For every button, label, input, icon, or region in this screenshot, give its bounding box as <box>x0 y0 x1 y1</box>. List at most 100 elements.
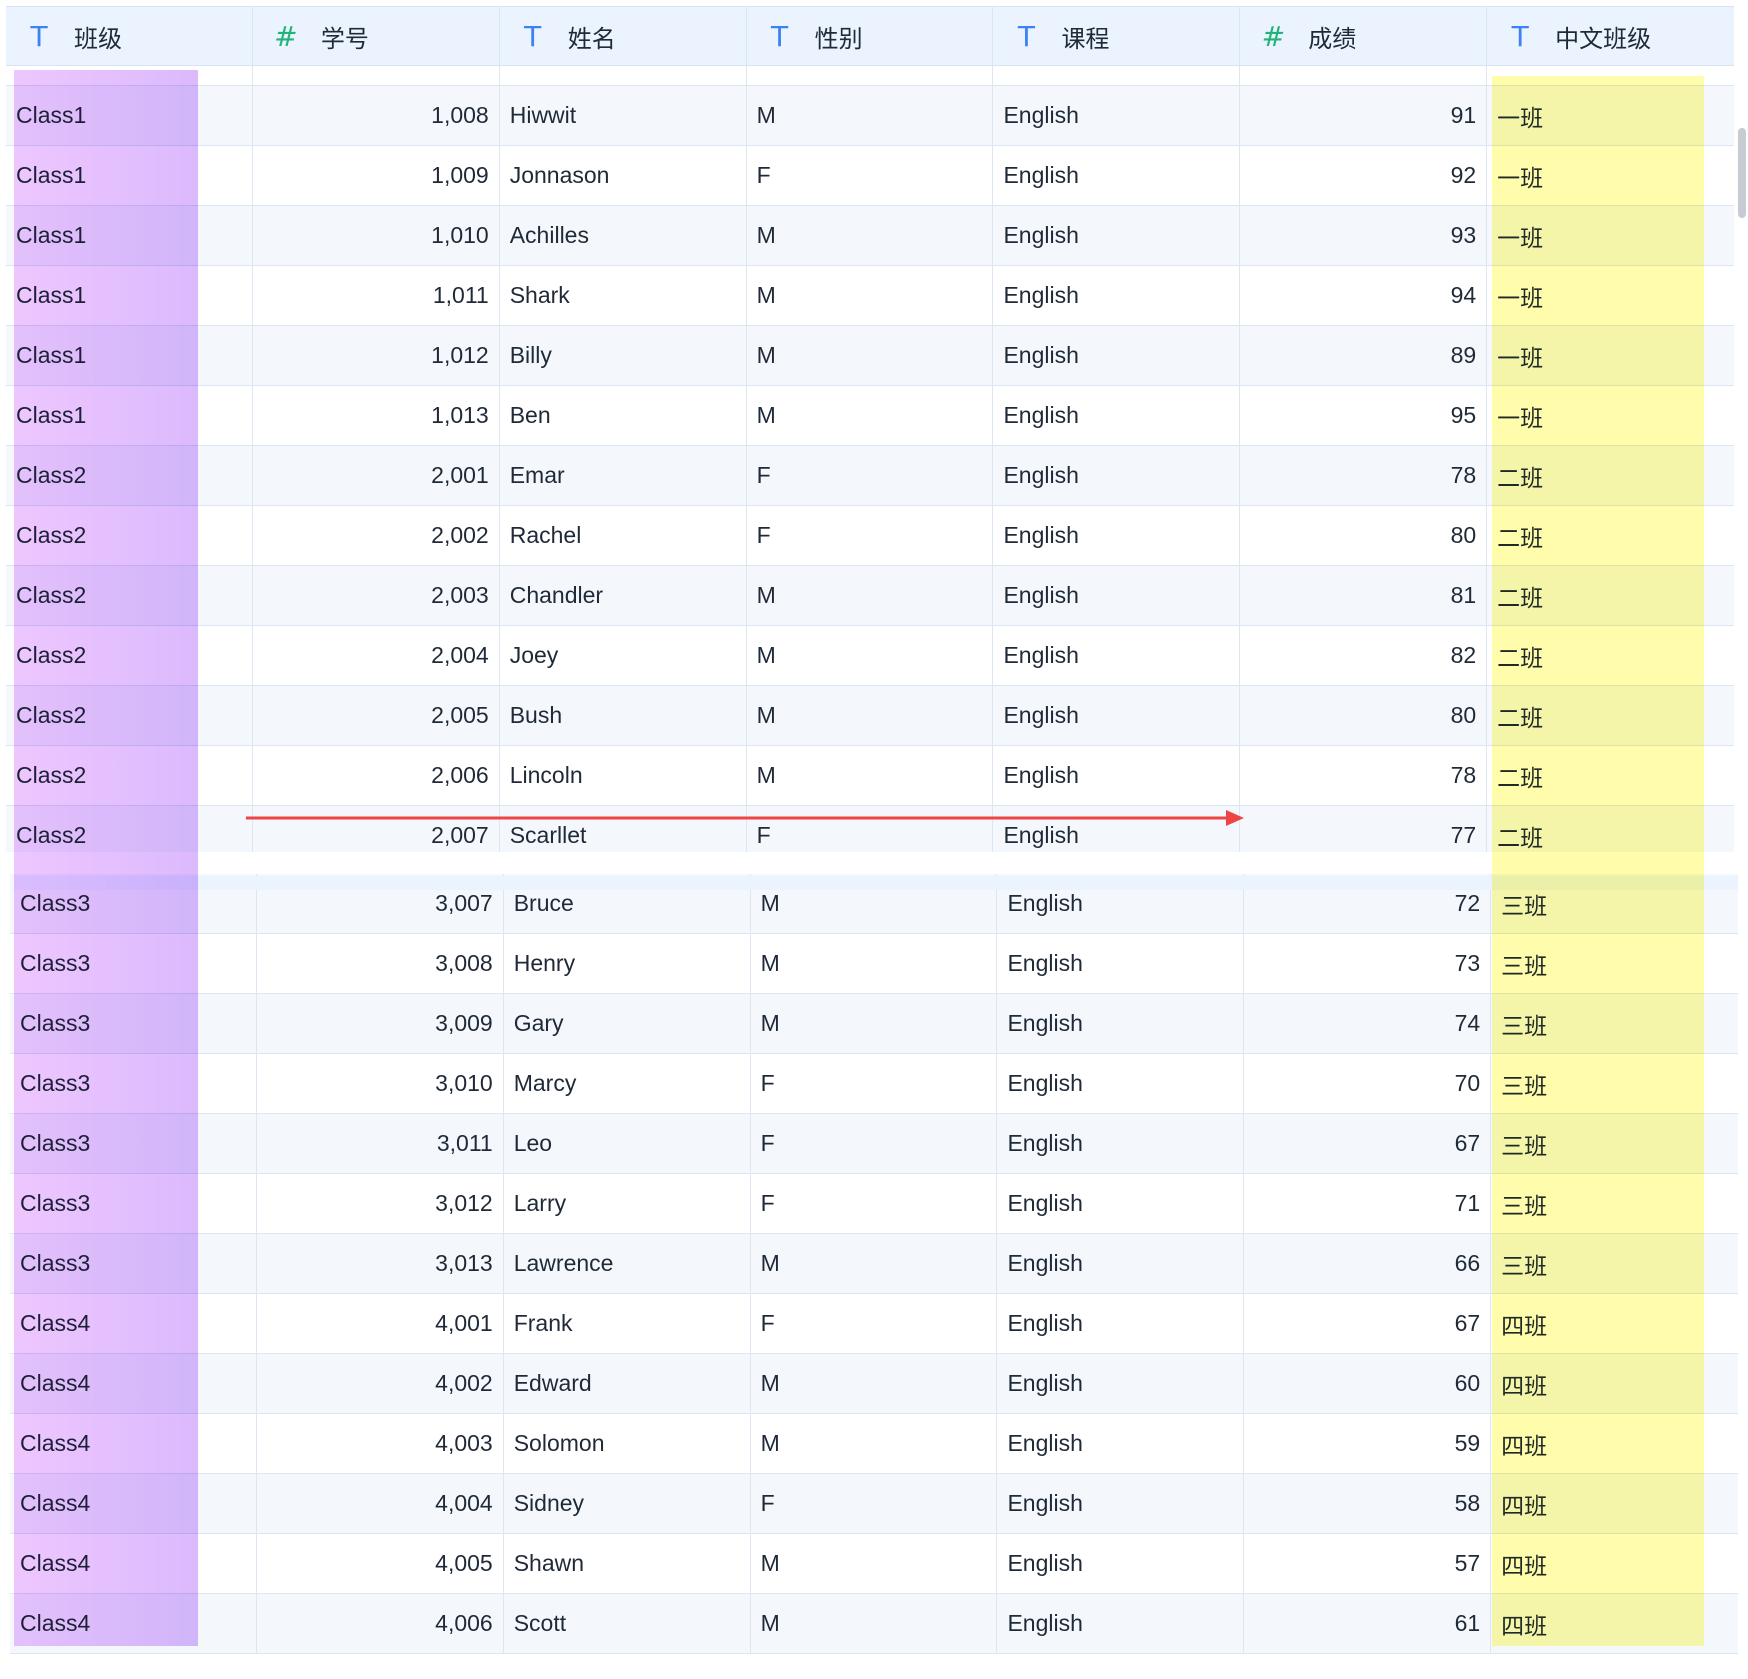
table-cell[interactable]: 3,010 <box>257 1054 504 1113</box>
column-header-0[interactable]: T 班级 <box>6 7 253 65</box>
table-cell[interactable]: English <box>993 686 1241 745</box>
table-cell[interactable]: 66 <box>1244 1234 1492 1293</box>
table-cell[interactable]: M <box>747 386 994 445</box>
table-cell[interactable]: 1,012 <box>253 326 500 385</box>
table-row[interactable]: Class2 2,006 Lincoln M English 78 二班 <box>6 746 1734 806</box>
table-cell[interactable]: M <box>747 206 994 265</box>
table-cell[interactable]: F <box>751 1474 998 1533</box>
table-cell[interactable]: 四班 <box>1491 1474 1738 1533</box>
table-cell[interactable]: Joey <box>500 626 747 685</box>
table-cell[interactable]: English <box>993 386 1241 445</box>
table-cell[interactable]: Class2 <box>6 746 253 805</box>
table-cell[interactable]: 三班 <box>1491 1054 1738 1113</box>
table-cell[interactable]: Class1 <box>6 86 253 145</box>
table-cell[interactable]: Class3 <box>10 1174 257 1233</box>
table-cell[interactable]: Class1 <box>6 326 253 385</box>
table-cell[interactable]: Billy <box>500 326 747 385</box>
table-cell[interactable]: M <box>751 1354 998 1413</box>
table-cell[interactable]: M <box>751 1534 998 1593</box>
table-cell[interactable]: F <box>747 146 994 205</box>
table-cell[interactable]: 58 <box>1244 1474 1492 1533</box>
table-cell[interactable]: Class3 <box>10 1114 257 1173</box>
table-cell[interactable]: Leo <box>504 1114 751 1173</box>
table-row[interactable]: Class1 1,008 Hiwwit M English 91 一班 <box>6 86 1734 146</box>
scrollbar-thumb[interactable] <box>1738 128 1746 218</box>
table-cell[interactable]: 80 <box>1240 506 1488 565</box>
table-row[interactable]: Class2 2,002 Rachel F English 80 二班 <box>6 506 1734 566</box>
table-row[interactable]: Class4 4,004 Sidney F English 58 四班 <box>10 1474 1738 1534</box>
table-cell[interactable]: English <box>997 1114 1245 1173</box>
table-row[interactable]: Class4 4,006 Scott M English 61 四班 <box>10 1594 1738 1654</box>
table-cell[interactable]: 61 <box>1244 1594 1492 1653</box>
table-row[interactable]: Class1 1,012 Billy M English 89 一班 <box>6 326 1734 386</box>
column-header-4[interactable]: T 课程 <box>993 7 1241 65</box>
table-cell[interactable]: Chandler <box>500 566 747 625</box>
table-cell[interactable]: 一班 <box>1487 146 1734 205</box>
table-cell[interactable]: 三班 <box>1491 994 1738 1053</box>
table-cell[interactable]: 3,011 <box>257 1114 504 1173</box>
table-cell[interactable]: 二班 <box>1487 506 1734 565</box>
table-cell[interactable]: 3,012 <box>257 1174 504 1233</box>
table-cell[interactable]: Lawrence <box>504 1234 751 1293</box>
table-cell[interactable]: 1,013 <box>253 386 500 445</box>
table-cell[interactable]: F <box>751 1054 998 1113</box>
table-cell[interactable]: Class4 <box>10 1534 257 1593</box>
table-cell[interactable]: English <box>993 446 1241 505</box>
table-cell[interactable]: 二班 <box>1487 746 1734 805</box>
table-cell[interactable]: 2,004 <box>253 626 500 685</box>
table-cell[interactable]: 57 <box>1244 1534 1492 1593</box>
table-cell[interactable]: Solomon <box>504 1414 751 1473</box>
table-cell[interactable]: Marcy <box>504 1054 751 1113</box>
table-cell[interactable]: 2,003 <box>253 566 500 625</box>
table-cell[interactable]: 二班 <box>1487 626 1734 685</box>
column-header-6[interactable]: T 中文班级 <box>1487 7 1734 65</box>
table-cell[interactable]: 74 <box>1244 994 1492 1053</box>
table-cell[interactable]: Class4 <box>10 1474 257 1533</box>
table-cell[interactable]: English <box>993 146 1241 205</box>
column-header-2[interactable]: T 姓名 <box>500 7 747 65</box>
table-row[interactable]: Class3 3,008 Henry M English 73 三班 <box>10 934 1738 994</box>
table-cell[interactable]: 59 <box>1244 1414 1492 1473</box>
table-cell[interactable]: 4,004 <box>257 1474 504 1533</box>
table-cell[interactable]: English <box>997 1534 1245 1593</box>
table-cell[interactable]: M <box>747 566 994 625</box>
table-cell[interactable]: English <box>997 1174 1245 1233</box>
table-cell[interactable]: Class4 <box>10 1594 257 1653</box>
table-cell[interactable]: M <box>747 86 994 145</box>
table-cell[interactable]: 1,010 <box>253 206 500 265</box>
table-cell[interactable]: 80 <box>1240 686 1488 745</box>
table-cell[interactable]: Ben <box>500 386 747 445</box>
table-cell[interactable]: M <box>747 626 994 685</box>
table-cell[interactable]: Class1 <box>6 206 253 265</box>
table-cell[interactable]: Rachel <box>500 506 747 565</box>
table-cell[interactable]: 三班 <box>1491 1174 1738 1233</box>
table-cell[interactable]: Class3 <box>10 994 257 1053</box>
table-cell[interactable]: M <box>751 1594 998 1653</box>
table-cell[interactable]: English <box>993 746 1241 805</box>
table-cell[interactable]: Class1 <box>6 146 253 205</box>
table-cell[interactable]: 三班 <box>1491 934 1738 993</box>
table-cell[interactable]: Gary <box>504 994 751 1053</box>
table-row[interactable]: Class2 2,004 Joey M English 82 二班 <box>6 626 1734 686</box>
table-cell[interactable]: 92 <box>1240 146 1488 205</box>
table-row[interactable]: Class2 2,001 Emar F English 78 二班 <box>6 446 1734 506</box>
table-cell[interactable]: 91 <box>1240 86 1488 145</box>
table-cell[interactable]: M <box>747 686 994 745</box>
table-cell[interactable]: M <box>747 266 994 325</box>
column-header-5[interactable]: # 成绩 <box>1240 7 1488 65</box>
table-cell[interactable]: 94 <box>1240 266 1488 325</box>
table-cell[interactable]: 4,005 <box>257 1534 504 1593</box>
table-cell[interactable]: 60 <box>1244 1354 1492 1413</box>
table-cell[interactable]: English <box>993 266 1241 325</box>
table-row[interactable]: Class3 3,010 Marcy F English 70 三班 <box>10 1054 1738 1114</box>
table-cell[interactable]: Class4 <box>10 1294 257 1353</box>
table-cell[interactable]: 三班 <box>1491 1114 1738 1173</box>
table-cell[interactable]: 2,005 <box>253 686 500 745</box>
table-cell[interactable]: M <box>747 326 994 385</box>
table-cell[interactable]: 89 <box>1240 326 1488 385</box>
table-cell[interactable]: Class2 <box>6 626 253 685</box>
table-cell[interactable]: 二班 <box>1487 686 1734 745</box>
table-cell[interactable]: Jonnason <box>500 146 747 205</box>
table-cell[interactable]: 67 <box>1244 1114 1492 1173</box>
table-cell[interactable]: 二班 <box>1487 446 1734 505</box>
